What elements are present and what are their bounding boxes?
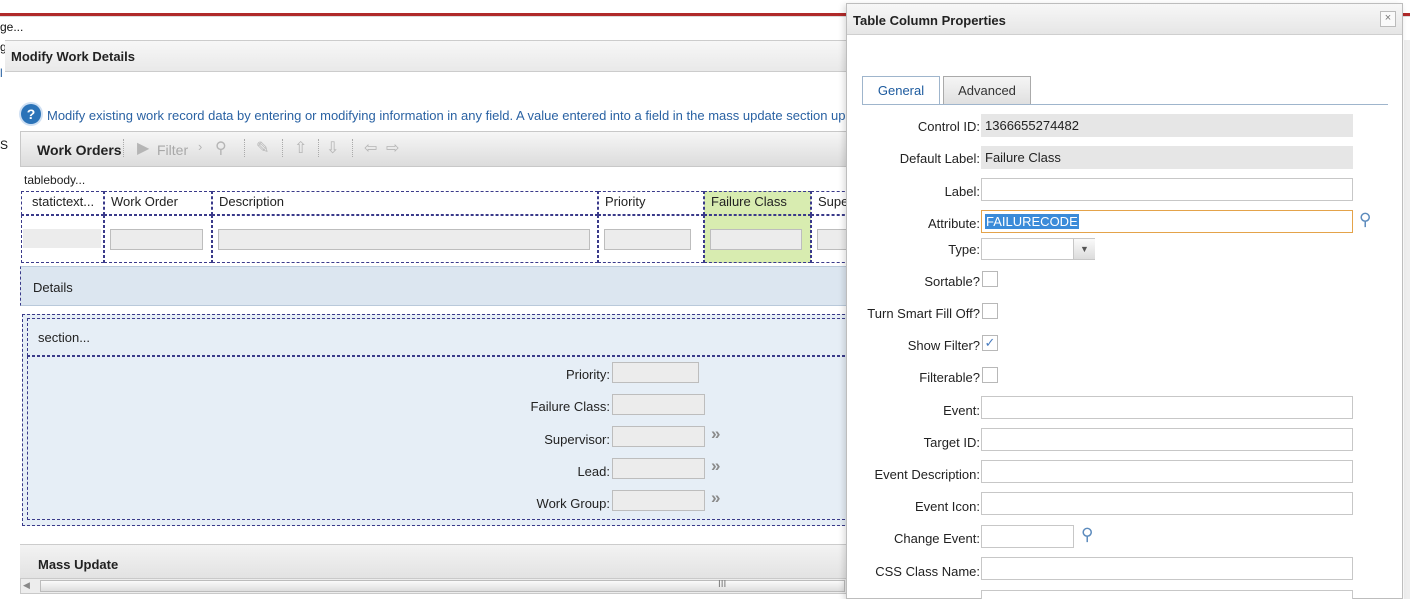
show-filter-label: Show Filter? — [907, 338, 980, 353]
event-input[interactable] — [981, 396, 1353, 419]
truncated-side-letter: l — [0, 66, 3, 80]
work-group-field[interactable] — [612, 490, 705, 511]
type-label: Type: — [948, 242, 980, 257]
arrow-down-icon[interactable]: ⇩ — [326, 138, 339, 158]
filter-arrow-icon[interactable]: ▶ — [137, 138, 149, 158]
tab-general[interactable]: General — [862, 76, 940, 104]
sortable-checkbox[interactable] — [982, 271, 998, 287]
filter-button[interactable]: Filter — [157, 142, 188, 158]
failure-class-label: Failure Class: — [530, 399, 610, 414]
scroll-left-icon[interactable]: ◀ — [23, 580, 30, 591]
attribute-value: FAILURECODE — [985, 214, 1079, 229]
lead-label: Lead: — [577, 464, 610, 479]
supervisor-field[interactable] — [612, 426, 705, 447]
close-icon[interactable]: × — [1380, 11, 1396, 27]
column-header-statictext[interactable]: statictext... — [21, 191, 104, 215]
event-description-input[interactable] — [981, 460, 1353, 483]
truncated-top-text: ge... — [0, 20, 24, 34]
toolbar-separator — [244, 139, 247, 157]
label-label: Label: — [944, 184, 980, 199]
section-label: section... — [38, 330, 91, 345]
css-class-label: CSS Class Name: — [875, 564, 980, 579]
smart-fill-checkbox[interactable] — [982, 303, 998, 319]
details-label: Details — [33, 280, 73, 295]
event-icon-input[interactable] — [981, 492, 1353, 515]
tab-advanced[interactable]: Advanced — [943, 76, 1031, 104]
tab-underline — [862, 104, 1388, 105]
arrow-right-icon[interactable]: ⇨ — [386, 138, 399, 158]
next-field-input[interactable] — [981, 590, 1353, 599]
column-header-work-order[interactable]: Work Order — [104, 191, 212, 215]
supervisor-lookup-icon[interactable]: » — [711, 424, 720, 444]
target-id-label: Target ID: — [923, 435, 980, 450]
event-label: Event: — [943, 403, 980, 418]
lead-field[interactable] — [612, 458, 705, 479]
arrow-left-icon[interactable]: ⇦ — [364, 138, 377, 158]
smart-fill-label: Turn Smart Fill Off? — [867, 306, 980, 321]
panel-title: Table Column Properties — [853, 13, 1006, 28]
chevron-down-icon[interactable]: ▼ — [1073, 239, 1095, 259]
dialog-title: Modify Work Details — [11, 49, 136, 64]
edit-icon[interactable]: ✎ — [256, 138, 269, 158]
search-icon[interactable]: ⚲ — [215, 138, 227, 158]
toolbar-separator — [282, 139, 285, 157]
change-event-input[interactable] — [981, 525, 1074, 548]
event-icon-label: Event Icon: — [914, 499, 980, 514]
control-id-label: Control ID: — [917, 119, 980, 134]
priority-field[interactable] — [612, 362, 699, 383]
arrow-up-icon[interactable]: ⇧ — [294, 138, 307, 158]
attribute-input[interactable]: FAILURECODE — [981, 210, 1353, 233]
attribute-lookup-icon[interactable]: ⚲ — [1359, 210, 1371, 230]
tablebody-label: tablebody... — [24, 173, 86, 187]
toolbar-separator — [318, 139, 321, 157]
work-group-lookup-icon[interactable]: » — [711, 488, 720, 508]
sortable-label: Sortable? — [924, 274, 980, 289]
work-order-filter-input[interactable] — [110, 229, 203, 250]
change-event-lookup-icon[interactable]: ⚲ — [1081, 525, 1093, 545]
description-filter-input[interactable] — [218, 229, 590, 250]
filter-row-shade — [23, 229, 101, 248]
supervisor-label: Supervisor: — [544, 432, 610, 447]
column-header-description[interactable]: Description — [212, 191, 598, 215]
control-id-field: 1366655274482 — [981, 114, 1353, 137]
lead-lookup-icon[interactable]: » — [711, 456, 720, 476]
truncated-side-letter-s: S — [0, 138, 9, 152]
event-description-label: Event Description: — [874, 467, 981, 482]
label-input[interactable] — [981, 178, 1353, 201]
priority-filter-input[interactable] — [604, 229, 691, 250]
attribute-label: Attribute: — [927, 216, 980, 231]
toolbar-separator — [352, 139, 355, 157]
help-icon[interactable]: ? — [21, 104, 41, 124]
failure-class-field[interactable] — [612, 394, 705, 415]
filterable-checkbox[interactable] — [982, 367, 998, 383]
mass-update-header[interactable] — [20, 544, 850, 579]
show-filter-checkbox[interactable]: ✓ — [982, 335, 998, 351]
details-section-header[interactable] — [20, 266, 850, 306]
mass-update-label: Mass Update — [38, 557, 119, 572]
scroll-grip: III — [718, 579, 727, 590]
priority-label: Priority: — [565, 367, 610, 382]
help-text: Modify existing work record data by ente… — [47, 108, 846, 123]
filterable-label: Filterable? — [919, 370, 980, 385]
default-label-field: Failure Class — [981, 146, 1353, 169]
work-group-label: Work Group: — [536, 496, 610, 511]
column-header-priority[interactable]: Priority — [598, 191, 704, 215]
vertical-scrollbar[interactable] — [1404, 40, 1410, 599]
default-label-label: Default Label: — [899, 151, 980, 166]
section-body — [27, 356, 850, 520]
section-header — [27, 318, 850, 356]
css-class-input[interactable] — [981, 557, 1353, 580]
toolbar-separator — [123, 139, 126, 157]
target-id-input[interactable] — [981, 428, 1353, 451]
chevron-right-icon[interactable]: › — [198, 139, 202, 154]
toolbar-title: Work Orders — [37, 142, 122, 158]
change-event-label: Change Event: — [893, 531, 980, 546]
